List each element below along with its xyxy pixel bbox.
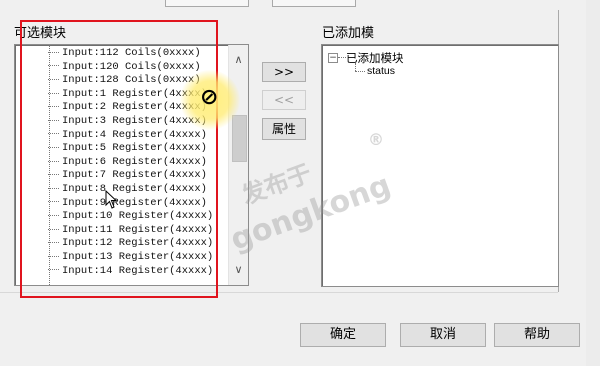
tree-branch xyxy=(48,255,59,257)
scroll-up-icon[interactable]: ∧ xyxy=(229,51,248,69)
top-tab-right[interactable] xyxy=(272,0,356,7)
list-item[interactable]: Input:9 Register(4xxxx) xyxy=(48,197,207,210)
tree-branch xyxy=(48,106,59,108)
top-tab-left[interactable] xyxy=(165,0,249,7)
tree-branch xyxy=(48,214,59,216)
list-item[interactable]: Input:8 Register(4xxxx) xyxy=(48,183,207,196)
available-modules-label: 可选模块 xyxy=(14,26,67,41)
remove-module-button[interactable]: << xyxy=(262,90,306,110)
tree-branch xyxy=(48,187,59,189)
list-item-label: Input:6 Register(4xxxx) xyxy=(62,155,207,168)
list-item[interactable]: Input:112 Coils(0xxxx) xyxy=(48,47,201,60)
tree-connector-child-h xyxy=(355,71,365,72)
list-item-label: Input:5 Register(4xxxx) xyxy=(62,142,207,155)
list-item[interactable]: Input:7 Register(4xxxx) xyxy=(48,169,207,182)
help-button[interactable]: 帮助 xyxy=(494,323,580,347)
scroll-thumb[interactable] xyxy=(232,115,247,162)
list-item[interactable]: Input:128 Coils(0xxxx) xyxy=(48,74,201,87)
tree-branch xyxy=(48,78,59,80)
list-item-label: Input:7 Register(4xxxx) xyxy=(62,169,207,182)
add-module-button[interactable]: >> xyxy=(262,62,306,82)
list-item-label: Input:9 Register(4xxxx) xyxy=(62,196,207,209)
watermark-registered-mark: ® xyxy=(368,130,384,149)
list-item-label: Input:12 Register(4xxxx) xyxy=(62,237,214,250)
list-item[interactable]: Input:13 Register(4xxxx) xyxy=(48,251,213,264)
list-item-label: Input:11 Register(4xxxx) xyxy=(62,223,214,236)
frame-bottom-line xyxy=(0,292,558,293)
tree-branch xyxy=(48,174,59,176)
no-entry-cursor-icon: ⊘ xyxy=(200,85,219,110)
tree-branch xyxy=(48,51,59,53)
list-item-label: Input:13 Register(4xxxx) xyxy=(62,251,214,263)
tree-connector xyxy=(338,57,346,58)
added-child-node[interactable]: status xyxy=(367,65,395,77)
added-modules-tree[interactable]: − 已添加模块 status xyxy=(321,44,559,287)
tree-branch xyxy=(48,242,59,244)
list-item[interactable]: Input:120 Coils(0xxxx) xyxy=(48,61,201,74)
tree-branch xyxy=(48,269,59,271)
ok-button[interactable]: 确定 xyxy=(300,323,386,347)
tree-branch xyxy=(48,201,59,203)
list-item-label: Input:10 Register(4xxxx) xyxy=(62,210,214,223)
tree-branch xyxy=(48,146,59,148)
tree-branch xyxy=(48,160,59,162)
list-item-label: Input:112 Coils(0xxxx) xyxy=(62,47,201,59)
collapse-icon[interactable]: − xyxy=(328,53,338,63)
list-item[interactable]: Input:10 Register(4xxxx) xyxy=(48,210,213,223)
window-edge xyxy=(586,0,600,366)
list-item-label: Input:120 Coils(0xxxx) xyxy=(62,60,201,73)
cancel-button[interactable]: 取消 xyxy=(400,323,486,347)
list-item[interactable]: Input:5 Register(4xxxx) xyxy=(48,142,207,155)
list-item[interactable]: Input:6 Register(4xxxx) xyxy=(48,156,207,169)
list-item[interactable]: Input:3 Register(4xxxx) xyxy=(48,115,207,128)
list-item-label: Input:8 Register(4xxxx) xyxy=(62,183,207,195)
list-item[interactable]: Input:4 Register(4xxxx) xyxy=(48,129,207,142)
added-modules-label: 已添加模 xyxy=(322,26,375,41)
list-item[interactable]: Input:14 Register(4xxxx) xyxy=(48,265,213,278)
list-item-label: Input:14 Register(4xxxx) xyxy=(62,264,214,277)
tree-branch xyxy=(48,133,59,135)
list-item[interactable]: Input:12 Register(4xxxx) xyxy=(48,237,213,250)
list-item[interactable]: Input:11 Register(4xxxx) xyxy=(48,224,213,237)
tree-branch xyxy=(48,65,59,67)
pointer-cursor-icon xyxy=(105,190,118,209)
list-item-label: Input:4 Register(4xxxx) xyxy=(62,128,207,141)
tree-branch xyxy=(48,228,59,230)
scroll-down-icon[interactable]: ∨ xyxy=(229,261,248,279)
tree-branch xyxy=(48,92,59,94)
tree-branch xyxy=(48,119,59,121)
list-item-label: Input:128 Coils(0xxxx) xyxy=(62,74,201,87)
properties-button[interactable]: 属性 xyxy=(262,118,306,140)
tree-connector-child-v xyxy=(355,63,356,71)
